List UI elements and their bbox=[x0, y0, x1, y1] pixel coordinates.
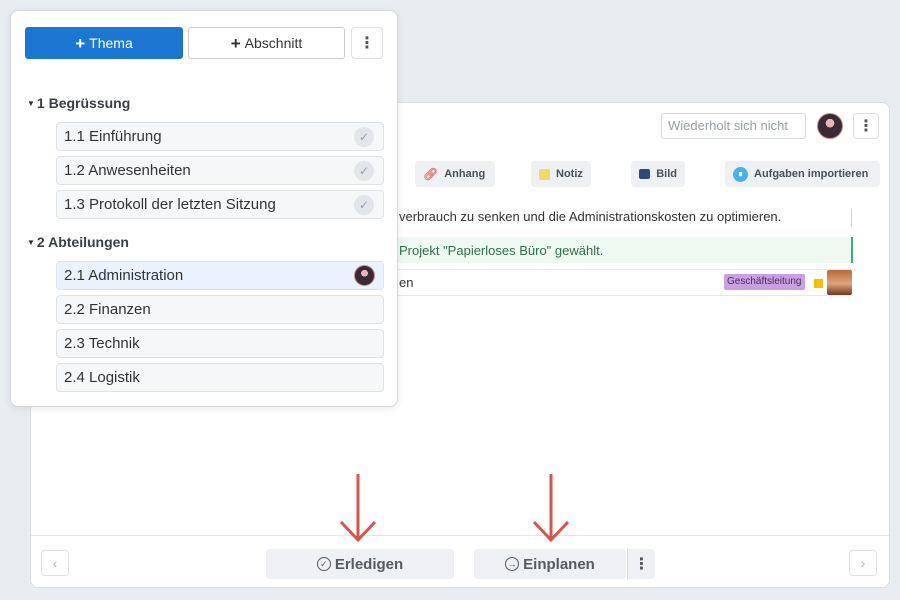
status-badge: Geschäftsleitung bbox=[724, 274, 805, 290]
image-label: Bild bbox=[656, 168, 677, 180]
check-icon: ✓ bbox=[354, 127, 374, 147]
previous-button[interactable]: ‹ bbox=[41, 550, 69, 576]
topic-item[interactable]: 1.2 Anwesenheiten ✓ bbox=[56, 156, 384, 185]
presenter-avatar bbox=[354, 265, 375, 286]
paperclip-icon: 🔗︎ bbox=[423, 167, 439, 181]
caret-down-icon: ▼ bbox=[27, 237, 35, 247]
assignee-avatar bbox=[827, 270, 852, 295]
topic-label: 1.2 Anwesenheiten bbox=[64, 162, 191, 179]
check-icon: ✓ bbox=[354, 161, 374, 181]
topic-item[interactable]: 2.4 Logistik bbox=[56, 363, 384, 392]
outline-more-button[interactable]: ⋮ bbox=[351, 27, 383, 59]
kebab-icon: ⋮ bbox=[633, 556, 650, 573]
topic-item[interactable]: 1.3 Protokoll der letzten Sitzung ✓ bbox=[56, 190, 384, 219]
image-icon bbox=[639, 169, 651, 179]
attachment-button[interactable]: 🔗︎ Anhang bbox=[415, 161, 495, 187]
repeat-select[interactable]: Wiederholt sich nicht bbox=[661, 113, 806, 139]
complete-button[interactable]: ✓ Erledigen bbox=[266, 549, 454, 579]
topic-item[interactable]: 2.3 Technik bbox=[56, 329, 384, 358]
topic-label: 2.3 Technik bbox=[64, 335, 140, 352]
import-tasks-button[interactable]: ⏸ Aufgaben importieren bbox=[725, 161, 880, 187]
topic-item[interactable]: 1.1 Einführung ✓ bbox=[56, 122, 384, 151]
caret-down-icon: ▼ bbox=[27, 98, 35, 108]
arrow-circle-icon: → bbox=[505, 557, 520, 571]
priority-indicator bbox=[814, 279, 823, 288]
topic-label: 2.1 Administration bbox=[64, 267, 184, 284]
topic-label: 2.2 Finanzen bbox=[64, 301, 151, 318]
header-more-button[interactable]: ⋮ bbox=[853, 113, 879, 139]
section-header[interactable]: ▼ 2 Abteilungen bbox=[27, 234, 129, 250]
complete-label: Erledigen bbox=[334, 555, 404, 573]
divider bbox=[851, 209, 852, 227]
note-label: Notiz bbox=[556, 168, 583, 180]
check-circle-icon: ✓ bbox=[316, 557, 331, 571]
check-icon: ✓ bbox=[354, 195, 374, 215]
section-title: 1 Begrüssung bbox=[36, 95, 131, 111]
next-button[interactable]: › bbox=[849, 550, 877, 576]
topic-item[interactable]: 2.2 Finanzen bbox=[56, 295, 384, 324]
kebab-icon: ⋮ bbox=[858, 118, 874, 135]
arrow-down-icon bbox=[532, 474, 570, 543]
kebab-icon: ⋮ bbox=[359, 35, 375, 52]
topic-item-active[interactable]: 2.1 Administration bbox=[56, 261, 384, 290]
section-header[interactable]: ▼ 1 Begrüssung bbox=[27, 95, 130, 111]
note-icon bbox=[539, 168, 550, 180]
add-section-button[interactable]: + Abschnitt bbox=[188, 27, 345, 59]
decision-text: Projekt "Papierloses Büro" gewählt. bbox=[399, 243, 604, 258]
attachment-label: Anhang bbox=[444, 168, 486, 180]
import-icon: ⏸ bbox=[733, 166, 748, 182]
agenda-outline-panel: + Thema + Abschnitt ⋮ ▼ 1 Begrüssung 1.1… bbox=[10, 10, 398, 407]
plus-icon: + bbox=[75, 33, 86, 53]
schedule-label: Einplanen bbox=[523, 555, 595, 573]
section-title: 2 Abteilungen bbox=[36, 234, 129, 250]
add-section-label: Abschnitt bbox=[244, 35, 303, 51]
import-tasks-label: Aufgaben importieren bbox=[754, 168, 869, 180]
plus-icon: + bbox=[230, 33, 241, 53]
add-topic-button[interactable]: + Thema bbox=[25, 27, 183, 59]
chevron-left-icon: ‹ bbox=[52, 555, 58, 571]
topic-label: 1.3 Protokoll der letzten Sitzung bbox=[64, 196, 276, 213]
topic-label: 1.1 Einführung bbox=[64, 128, 162, 145]
footer-bar: ‹ ✓ Erledigen → Einplanen ⋮ › bbox=[31, 535, 889, 587]
arrow-down-icon bbox=[339, 474, 377, 543]
content-text-line: verbrauch zu senken und die Administrati… bbox=[399, 209, 782, 224]
image-button[interactable]: Bild bbox=[631, 161, 685, 187]
note-button[interactable]: Notiz bbox=[531, 161, 591, 187]
chevron-right-icon: › bbox=[860, 555, 866, 571]
add-topic-label: Thema bbox=[89, 35, 133, 51]
user-avatar[interactable] bbox=[817, 113, 843, 139]
schedule-button[interactable]: → Einplanen bbox=[474, 549, 626, 579]
topic-label: 2.4 Logistik bbox=[64, 369, 140, 386]
task-text: en bbox=[399, 275, 414, 290]
schedule-more-button[interactable]: ⋮ bbox=[627, 549, 655, 579]
